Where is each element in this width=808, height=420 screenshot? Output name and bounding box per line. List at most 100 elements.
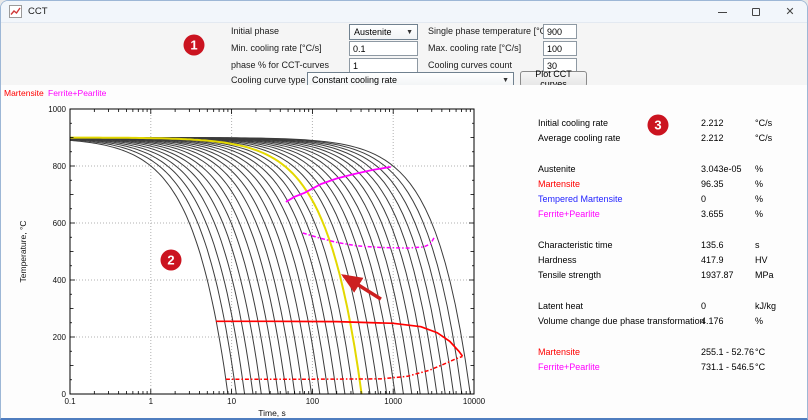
result-value: 255.1 - 52.76	[701, 345, 754, 360]
svg-text:10000: 10000	[463, 397, 486, 406]
main-area: Martensite Ferrite+Pearlite 0.1 1 10 100 100…	[1, 85, 807, 419]
result-label: Characteristic time	[538, 238, 613, 253]
result-label: Average cooling rate	[538, 131, 620, 146]
result-label: Ferrite+Pearlite	[538, 207, 600, 222]
result-unit: s	[755, 238, 760, 253]
result-value: 1937.87	[701, 268, 734, 283]
result-row: Average cooling rate 2.212 °C/s	[538, 131, 800, 146]
svg-text:Temperature, °C: Temperature, °C	[18, 221, 28, 283]
svg-text:1000: 1000	[48, 105, 66, 114]
result-value: 731.1 - 546.5	[701, 360, 754, 375]
max-cooling-rate-input[interactable]	[543, 41, 577, 56]
initial-phase-select[interactable]: Austenite ▼	[349, 24, 418, 40]
initial-phase-label: Initial phase	[231, 26, 279, 36]
result-unit: %	[755, 314, 763, 329]
svg-text:0: 0	[62, 390, 67, 399]
result-row: Tempered Martensite 0%	[538, 192, 800, 207]
result-unit: HV	[755, 253, 768, 268]
single-phase-temp-input[interactable]	[543, 24, 577, 39]
parameter-form: Initial phase Austenite ▼ Single phase t…	[1, 23, 807, 85]
result-row: Characteristic time 135.6 s	[538, 238, 800, 253]
result-unit: °C	[755, 345, 765, 360]
close-icon: ✕	[785, 7, 794, 18]
max-cooling-rate-label: Max. cooling rate [°C/s]	[428, 43, 521, 53]
result-unit: MPa	[755, 268, 774, 283]
svg-text:10: 10	[227, 397, 236, 406]
result-row: Initial cooling rate 2.212 °C/s	[538, 116, 800, 131]
result-group: Latent heat0kJ/kgVolume change due phase…	[538, 299, 800, 329]
phase-pct-label: phase % for CCT-curves	[231, 60, 329, 70]
cooling-curve-type-label: Cooling curve type	[231, 75, 306, 85]
close-button[interactable]: ✕	[773, 1, 807, 23]
result-value: 135.6	[701, 238, 724, 253]
result-unit: %	[755, 207, 763, 222]
result-unit: °C/s	[755, 131, 772, 146]
result-label: Initial cooling rate	[538, 116, 608, 131]
result-value: 3.043e-05	[701, 162, 742, 177]
window-title: CCT	[28, 6, 48, 17]
result-row: Austenite 3.043e-05%	[538, 162, 800, 177]
result-value: 0	[701, 192, 706, 207]
result-group: Austenite3.043e-05%Martensite96.35%Tempe…	[538, 162, 800, 222]
minimize-button[interactable]	[705, 1, 739, 23]
maximize-button[interactable]	[739, 1, 773, 23]
callout-badge-1: 1	[184, 35, 205, 56]
result-value: 3.655	[701, 207, 724, 222]
result-value: 4.176	[701, 314, 724, 329]
min-cooling-rate-label: Min. cooling rate [°C/s]	[231, 43, 322, 53]
cct-chart: 0.111010010001000002004006008001000Time,…	[1, 85, 531, 419]
result-row: Latent heat0kJ/kg	[538, 299, 800, 314]
result-row: Martensite 255.1 - 52.76°C	[538, 345, 800, 360]
maximize-icon	[752, 8, 760, 16]
result-row: Volume change due phase transformation4.…	[538, 314, 800, 329]
result-label: Tempered Martensite	[538, 192, 623, 207]
result-value: 96.35	[701, 177, 724, 192]
result-label: Ferrite+Pearlite	[538, 360, 600, 375]
cct-plot-svg: 0.111010010001000002004006008001000Time,…	[1, 85, 531, 419]
result-value: 417.9	[701, 253, 724, 268]
result-label: Hardness	[538, 253, 577, 268]
result-label: Austenite	[538, 162, 576, 177]
result-group: Martensite255.1 - 52.76°CFerrite+Pearlit…	[538, 345, 800, 375]
result-row: Ferrite+Pearlite 3.655%	[538, 207, 800, 222]
result-unit: °C	[755, 360, 765, 375]
result-label: Tensile strength	[538, 268, 601, 283]
result-label: Volume change due phase transformation	[538, 314, 705, 329]
result-value: 2.212	[701, 131, 724, 146]
svg-text:400: 400	[53, 276, 67, 285]
title-bar[interactable]: CCT ✕	[1, 1, 807, 23]
app-window: CCT ✕ Initial phase Austenite ▼ Single p…	[0, 0, 808, 420]
curves-count-label: Cooling curves count	[428, 60, 512, 70]
result-unit: %	[755, 192, 763, 207]
result-unit: %	[755, 162, 763, 177]
svg-text:1000: 1000	[384, 397, 402, 406]
minimize-icon	[718, 12, 727, 13]
result-value: 0	[701, 299, 706, 314]
svg-text:200: 200	[53, 333, 67, 342]
result-unit: %	[755, 177, 763, 192]
result-unit: kJ/kg	[755, 299, 776, 314]
svg-text:100: 100	[306, 397, 320, 406]
min-cooling-rate-input[interactable]	[349, 41, 418, 56]
result-value: 2.212	[701, 116, 724, 131]
results-panel: Initial cooling rate2.212°C/sAverage coo…	[538, 116, 800, 391]
chevron-down-icon: ▼	[406, 29, 413, 36]
single-phase-temp-label: Single phase temperature [°C]	[428, 26, 549, 36]
app-icon	[9, 5, 22, 18]
result-group: Initial cooling rate2.212°C/sAverage coo…	[538, 116, 800, 146]
phase-pct-input[interactable]	[349, 58, 418, 73]
svg-text:0.1: 0.1	[64, 397, 76, 406]
svg-text:600: 600	[53, 219, 67, 228]
result-label: Martensite	[538, 177, 580, 192]
result-row: Hardness 417.9 HV	[538, 253, 800, 268]
result-label: Martensite	[538, 345, 580, 360]
callout-badge-2: 2	[161, 250, 182, 271]
svg-text:800: 800	[53, 162, 67, 171]
result-row: Tensile strength 1937.87 MPa	[538, 268, 800, 283]
result-row: Ferrite+Pearlite 731.1 - 546.5°C	[538, 360, 800, 375]
chevron-down-icon: ▼	[502, 77, 509, 84]
result-group: Characteristic time 135.6 s Hardness 417.9 HV…	[538, 238, 800, 283]
result-unit: °C/s	[755, 116, 772, 131]
callout-badge-3: 3	[648, 115, 669, 136]
svg-text:1: 1	[149, 397, 154, 406]
